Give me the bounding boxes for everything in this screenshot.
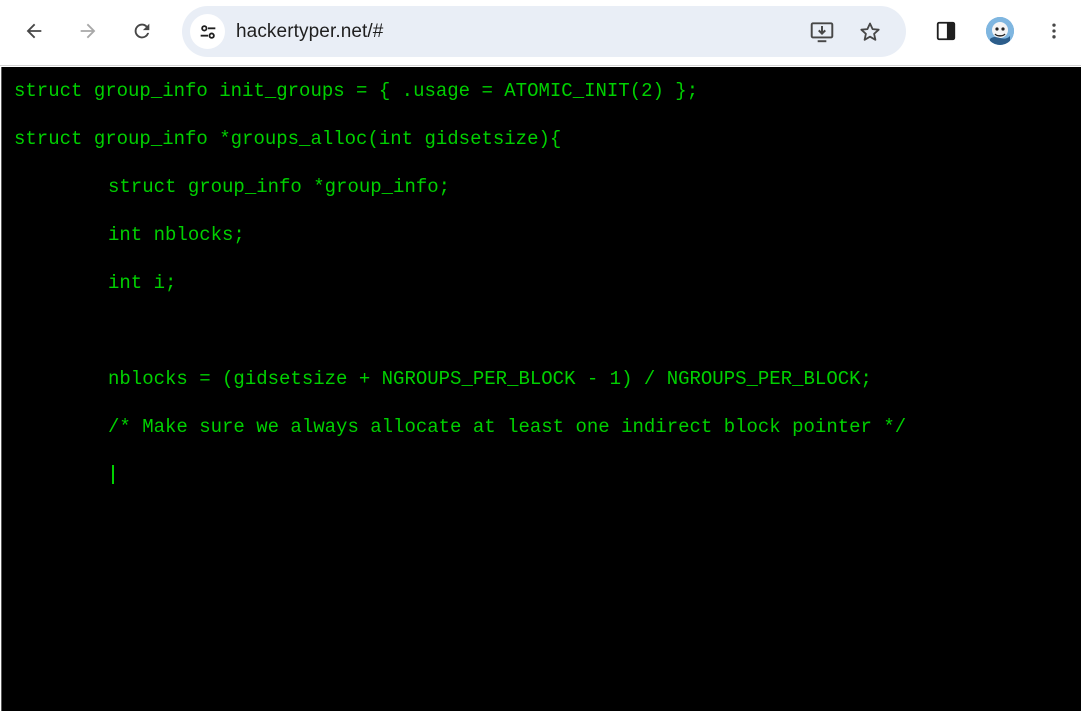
code-line: int nblocks;: [108, 224, 245, 246]
browser-toolbar: hackertyper.net/#: [0, 0, 1081, 66]
menu-button[interactable]: [1036, 13, 1072, 49]
text-cursor: [112, 465, 114, 484]
code-line: int i;: [108, 272, 177, 294]
code-line: /* Make sure we always allocate at least…: [108, 416, 907, 438]
side-panel-icon: [936, 21, 956, 41]
site-info-button[interactable]: [190, 14, 225, 49]
address-bar[interactable]: hackertyper.net/#: [182, 6, 906, 57]
reload-icon: [134, 23, 150, 39]
avatar-image: [986, 17, 1014, 45]
install-app-icon: [810, 22, 834, 43]
profile-avatar[interactable]: [986, 17, 1014, 45]
hacker-typer-console[interactable]: struct group_info init_groups = { .usage…: [1, 67, 1081, 711]
code-line: struct group_info init_groups = { .usage…: [14, 80, 699, 102]
side-panel-button[interactable]: [928, 13, 964, 49]
bookmark-button[interactable]: [853, 15, 887, 49]
reload-button[interactable]: [124, 13, 160, 49]
tune-icon: [200, 24, 215, 39]
star-icon: [860, 22, 880, 41]
url-text[interactable]: hackertyper.net/#: [236, 21, 383, 43]
forward-button[interactable]: [70, 13, 106, 49]
kebab-menu-icon: [1052, 23, 1056, 39]
code-line: struct group_info *groups_alloc(int gids…: [14, 128, 562, 150]
install-app-button[interactable]: [805, 15, 839, 49]
arrow-left-icon: [26, 23, 42, 39]
code-line: nblocks = (gidsetsize + NGROUPS_PER_BLOC…: [108, 368, 872, 390]
back-button[interactable]: [16, 13, 52, 49]
arrow-right-icon: [80, 23, 96, 39]
code-line: struct group_info *group_info;: [108, 176, 451, 198]
